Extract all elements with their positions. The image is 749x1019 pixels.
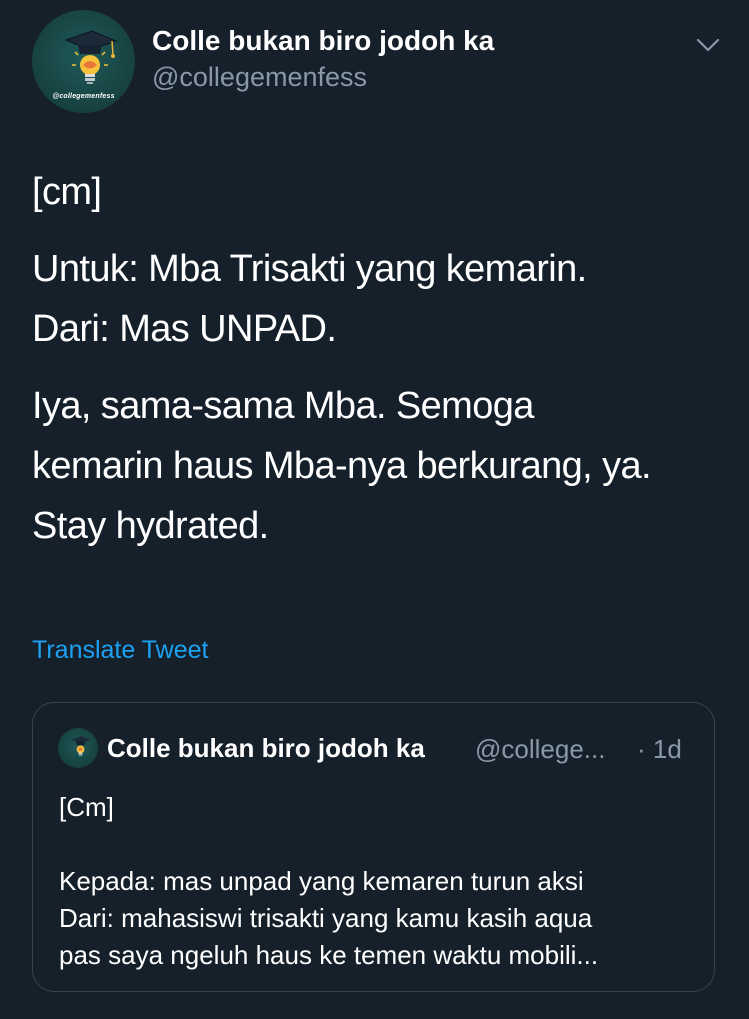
quoted-text-line: [Cm]	[59, 792, 114, 822]
graduation-bulb-icon	[71, 736, 91, 756]
avatar[interactable]: @collegemenfess	[32, 10, 135, 113]
tweet-text-line: [cm]	[32, 171, 102, 213]
author-handle[interactable]: @collegemenfess	[152, 62, 367, 93]
quoted-display-name: Colle bukan biro jodoh ka	[107, 733, 425, 763]
tweet-text-line: kemarin haus Mba-nya berkurang, ya.	[32, 445, 652, 487]
tweet-menu-button[interactable]	[694, 34, 722, 56]
tweet: @collegemenfess Colle bukan biro jodoh k…	[0, 0, 749, 1019]
quoted-avatar[interactable]	[58, 728, 98, 768]
tweet-text-line: Untuk: Mba Trisakti yang kemarin.	[32, 248, 587, 290]
author-display-name[interactable]: Colle bukan biro jodoh ka	[152, 25, 494, 57]
tweet-text-line: Stay hydrated.	[32, 505, 269, 547]
tweet-text-line: Iya, sama-sama Mba. Semoga	[32, 385, 534, 427]
avatar-label: @collegemenfess	[52, 93, 115, 100]
quoted-text-line: Kepada: mas unpad yang kemaren turun aks…	[59, 866, 584, 896]
quoted-timestamp: · 1d	[637, 734, 682, 764]
quoted-handle: @college...	[475, 734, 606, 764]
quoted-text: [Cm] Kepada: mas unpad yang kemaren turu…	[59, 789, 699, 974]
chevron-down-icon	[696, 38, 720, 52]
translate-tweet-link[interactable]: Translate Tweet	[32, 636, 208, 665]
tweet-text-line: Dari: Mas UNPAD.	[32, 308, 337, 350]
quoted-text-line: Dari: mahasiswi trisakti yang kamu kasih…	[59, 903, 593, 933]
quoted-text-line: pas saya ngeluh haus ke temen waktu mobi…	[59, 940, 599, 970]
quoted-tweet[interactable]: Colle bukan biro jodoh ka @college... · …	[32, 702, 715, 992]
tweet-text: [cm] Untuk: Mba Trisakti yang kemarin. D…	[32, 162, 732, 556]
